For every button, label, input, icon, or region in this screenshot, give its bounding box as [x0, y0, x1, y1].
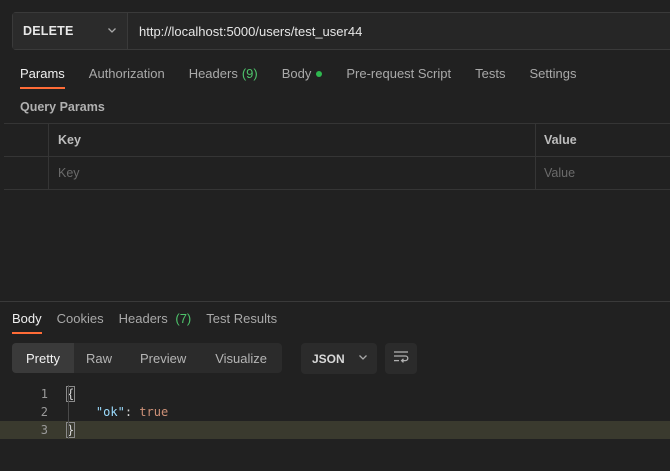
chevron-down-icon	[107, 25, 117, 38]
format-label: JSON	[312, 351, 345, 366]
body-indicator-dot	[316, 71, 323, 77]
tab-settings[interactable]: Settings	[529, 66, 576, 96]
line-number: 1	[40, 387, 48, 401]
tab-body[interactable]: Body	[282, 66, 323, 96]
json-colon: :	[124, 405, 140, 419]
tab-settings-label: Settings	[529, 66, 577, 81]
tab-authorization-label: Authorization	[88, 66, 165, 81]
tab-headers-label: Headers	[188, 66, 238, 81]
response-tab-test-results[interactable]: Test Results	[206, 311, 277, 326]
chevron-down-icon	[358, 352, 368, 365]
url-input[interactable]	[128, 13, 670, 49]
view-preview-button[interactable]: Preview	[126, 343, 203, 373]
wrap-lines-button[interactable]	[385, 343, 417, 374]
request-tabs: Params Authorization Headers (9) Body Pre…	[20, 66, 600, 96]
tab-tests[interactable]: Tests	[475, 66, 505, 96]
response-body-editor[interactable]: 1 { 2 "ok": true 3 }	[0, 385, 670, 439]
line-number: 3	[40, 423, 48, 437]
code-line-current: 3 }	[0, 421, 670, 439]
query-params-table: Key Value Key Value	[4, 123, 670, 190]
view-visualize-button[interactable]: Visualize	[203, 343, 282, 373]
table-row: Key Value	[4, 157, 670, 190]
table-header-row: Key Value	[4, 124, 670, 157]
tab-body-label: Body	[281, 66, 312, 81]
indent-guide	[68, 403, 69, 421]
response-headers-count: (7)	[175, 311, 192, 326]
tab-params[interactable]: Params	[20, 66, 65, 96]
tab-authorization[interactable]: Authorization	[89, 66, 165, 96]
tab-tests-label: Tests	[475, 66, 506, 81]
pane-divider[interactable]	[0, 301, 670, 302]
value-input[interactable]: Value	[536, 157, 670, 189]
checkbox-column	[4, 124, 49, 156]
method-label: DELETE	[23, 24, 74, 38]
view-raw-button[interactable]: Raw	[74, 343, 126, 373]
view-mode-selector: Pretty Raw Preview Visualize	[12, 343, 283, 373]
format-select[interactable]: JSON	[301, 343, 377, 374]
tab-prerequest-script[interactable]: Pre-request Script	[346, 66, 451, 96]
row-checkbox-cell	[4, 157, 49, 189]
response-tab-body[interactable]: Body	[12, 311, 42, 334]
column-header-value: Value	[544, 133, 577, 147]
text-wrap-icon	[393, 350, 409, 367]
request-url-bar: DELETE	[12, 12, 670, 50]
tab-params-label: Params	[20, 66, 65, 81]
code-text: "ok": true	[67, 405, 168, 419]
response-tab-body-label: Body	[12, 311, 42, 326]
indent-guide	[68, 421, 69, 439]
tab-prerequest-label: Pre-request Script	[346, 66, 452, 81]
response-tab-cookies[interactable]: Cookies	[57, 311, 104, 326]
response-tab-headers-label: Headers	[118, 311, 168, 326]
view-pretty-button[interactable]: Pretty	[12, 343, 74, 373]
code-line: 2 "ok": true	[0, 403, 670, 421]
response-tab-test-results-label: Test Results	[206, 311, 278, 326]
method-select[interactable]: DELETE	[13, 13, 128, 49]
line-number: 2	[40, 405, 48, 419]
column-header-key: Key	[49, 124, 536, 156]
query-params-title: Query Params	[20, 100, 105, 114]
response-tabs: Body Cookies Headers (7) Test Results	[12, 311, 292, 334]
headers-count: (9)	[241, 66, 258, 81]
response-tab-headers[interactable]: Headers (7)	[119, 311, 192, 326]
tab-headers[interactable]: Headers (9)	[189, 66, 258, 96]
json-key: "ok"	[95, 405, 125, 419]
json-value: true	[139, 405, 169, 419]
response-tab-cookies-label: Cookies	[56, 311, 104, 326]
indent-guide	[68, 385, 69, 403]
key-input[interactable]: Key	[49, 157, 536, 189]
code-line: 1 {	[0, 385, 670, 403]
